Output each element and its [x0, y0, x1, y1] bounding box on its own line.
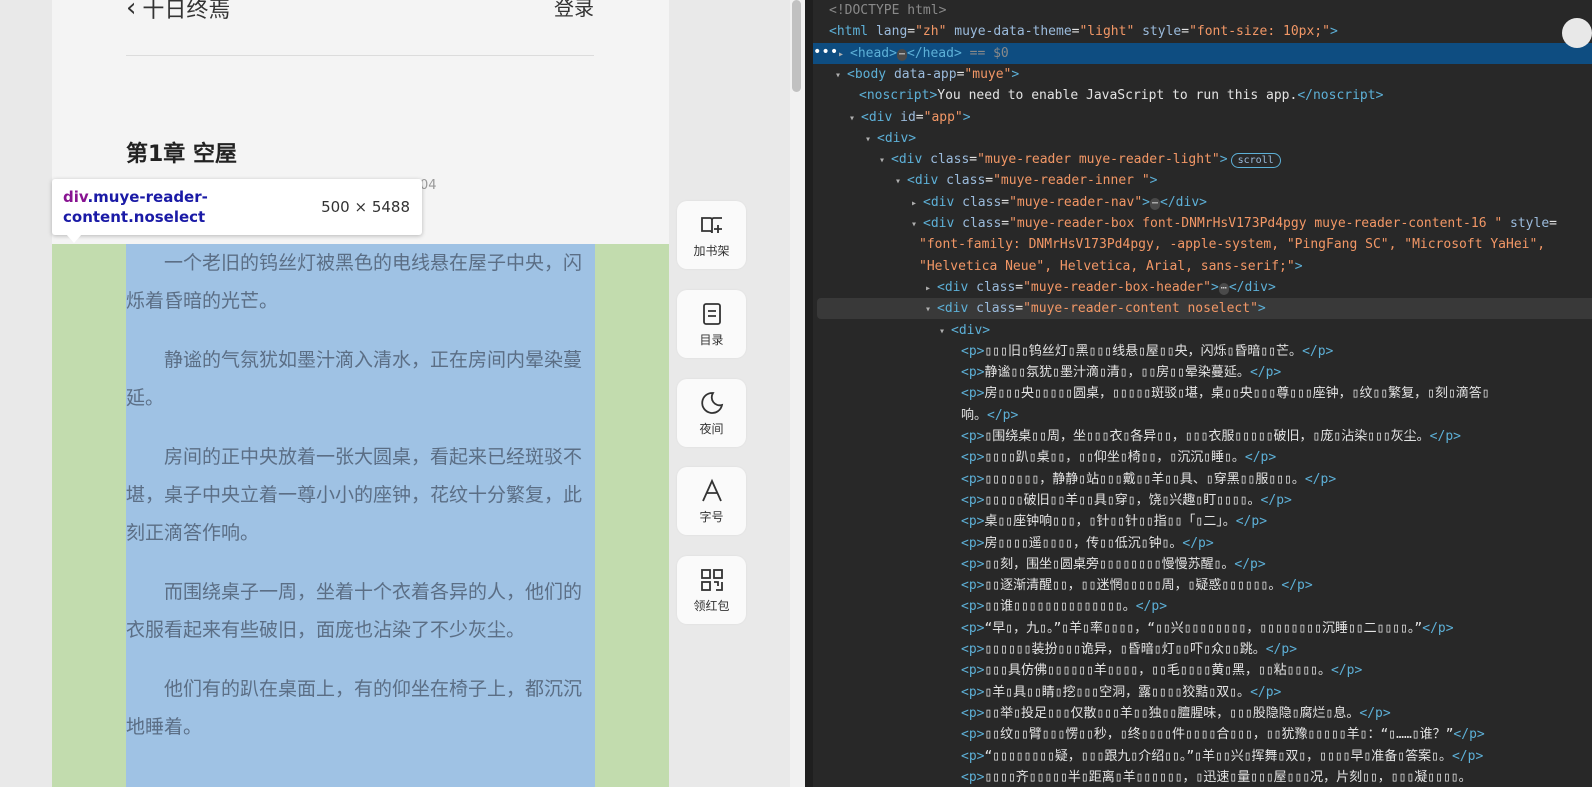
- dom-node-row[interactable]: ▸ <head> ⋯ </head> == $0: [813, 42, 1592, 64]
- dom-node-row[interactable]: <p>房▯▯▯央▯▯▯▯▯圆桌，▯▯▯▯▯斑驳▯堪，桌▯▯央▯▯▯尊▯▯▯座钟，…: [961, 383, 1490, 404]
- reader-nav: ‹ 十日终焉 登录: [126, 0, 594, 56]
- dom-node-row[interactable]: <p>▯▯▯▯▯破旧▯▯羊▯▯具▯穿▯，饶▯兴趣▯盯▯▯▯▯。</p>: [961, 490, 1292, 511]
- dom-node-row[interactable]: <p>“早▯，九▯。”▯羊▯率▯▯▯▯，“▯▯兴▯▯▯▯▯▯▯▯，▯▯▯▯▯▯▯…: [961, 618, 1454, 639]
- devtools-gutter: [805, 0, 813, 787]
- dom-node-row[interactable]: <p>▯▯纹▯▯臂▯▯▯愣▯▯秒，▯终▯▯▯▯件▯▯▯▯合▯▯▯，▯▯犹豫▯▯▯…: [961, 724, 1485, 745]
- side-button-label: 夜间: [699, 421, 724, 436]
- dom-node-row[interactable]: <p>▯▯▯具仿佛▯▯▯▯▯▯羊▯▯▯▯，▯▯毛▯▯▯▯黄▯黑，▯▯粘▯▯▯▯。…: [961, 660, 1362, 681]
- dom-node-row[interactable]: <p>▯▯▯▯▯▯▯，静静▯站▯▯▯戴▯▯羊▯▯具、▯穿黑▯▯服▯▯▯。</p>: [961, 469, 1336, 490]
- dom-node-row[interactable]: <p>▯▯谁▯▯▯▯▯▯▯▯▯▯▯▯▯▯。</p>: [961, 596, 1167, 617]
- book-title: 十日终焉: [142, 0, 231, 23]
- tooltip-selector: div.muye-reader-content.noselect: [63, 187, 321, 227]
- dom-node-row[interactable]: <!DOCTYPE html>: [829, 0, 946, 21]
- dom-node-row[interactable]: <p>▯▯▯▯齐▯▯▯▯▯半▯距离▯羊▯▯▯▯▯▯，▯迅速▯量▯▯▯屋▯▯▯况，…: [961, 767, 1472, 787]
- paragraph: 他们有的趴在桌面上，有的仰坐在椅子上，都沉沉地睡着。: [126, 678, 583, 738]
- dom-node-row[interactable]: 响。</p>: [961, 405, 1018, 426]
- dom-node-row[interactable]: <p>▯▯▯▯趴▯桌▯▯，▯▯仰坐▯椅▯▯，▯沉沉▯睡▯。</p>: [961, 447, 1276, 468]
- catalog-button[interactable]: 目录: [677, 290, 746, 358]
- side-button-label: 加书架: [693, 243, 730, 258]
- dom-node-row[interactable]: ▾ <body data-app="muye">: [835, 64, 1019, 85]
- paragraph: 一个老旧的钨丝灯被黑色的电线悬在屋子中央，闪烁着昏暗的光芒。: [126, 252, 583, 312]
- dom-node-row[interactable]: <p>▯▯▯旧▯钨丝灯▯黑▯▯▯线悬▯屋▯▯央，闪烁▯昏暗▯▯芒。</p>: [961, 341, 1333, 362]
- dom-node-row[interactable]: <p>▯▯举▯投足▯▯▯仅散▯▯▯羊▯▯独▯▯膻腥味，▯▯▯股隐隐▯腐烂▯息。<…: [961, 703, 1391, 724]
- paragraph: 静谧的气氛犹如墨汁滴入清水，正在房间内晕染蔓延。: [126, 349, 583, 409]
- dom-node-row[interactable]: ▾ <div class="muye-reader-box font-DNMrHs…: [911, 213, 1557, 234]
- dom-node-row[interactable]: <p>▯▯逐渐清醒▯▯，▯▯迷惘▯▯▯▯▯周，▯疑惑▯▯▯▯▯▯。</p>: [961, 575, 1313, 596]
- side-button-label: 领红包: [693, 598, 730, 613]
- dom-node-row[interactable]: "Helvetica Neue", Helvetica, Arial, sans…: [919, 256, 1303, 277]
- dom-node-row[interactable]: "font-family: DNMrHsV173Pd4pgy, -apple-s…: [919, 234, 1545, 255]
- font-size-icon: [701, 478, 722, 501]
- chevron-left-icon: ‹: [126, 0, 137, 23]
- font-size-button[interactable]: 字号: [677, 467, 746, 535]
- dom-node-row[interactable]: <noscript>You need to enable JavaScript …: [859, 85, 1383, 106]
- add-to-shelf-button[interactable]: 加书架: [677, 201, 746, 269]
- reader-content: 一个老旧的钨丝灯被黑色的电线悬在屋子中央，闪烁着昏暗的光芒。 静谧的气氛犹如墨汁…: [126, 244, 595, 787]
- bookshelf-icon: [700, 216, 722, 233]
- settings-icon[interactable]: [1562, 18, 1592, 48]
- dom-node-row[interactable]: <p>“▯▯▯▯▯▯▯▯疑，▯▯▯跟九▯介绍▯▯。”▯羊▯▯兴▯挥舞▯双▯，▯▯…: [961, 746, 1483, 767]
- moon-icon: [700, 391, 723, 414]
- dom-node-row[interactable]: <p>静谧▯▯氛犹▯墨汁滴▯清▯，▯▯房▯▯晕染蔓延。</p>: [961, 362, 1281, 383]
- dom-node-row[interactable]: ▾ <div id="app">: [849, 107, 971, 128]
- chapter-meta: 04: [420, 178, 437, 193]
- dom-node-row[interactable]: <p>▯羊▯具▯▯睛▯挖▯▯▯空洞，露▯▯▯▯狡黠▯双▯。</p>: [961, 682, 1281, 703]
- red-packet-button[interactable]: 领红包: [677, 556, 746, 624]
- dom-node-row[interactable]: ▾ <div class="muye-reader-content noselec…: [817, 298, 1592, 320]
- paragraph: 房间的正中央放着一张大圆桌，看起来已经斑驳不堪，桌子中央立着一尊小小的座钟，花纹…: [126, 446, 583, 544]
- dom-node-row[interactable]: ▾ <div class="muye-reader-inner ">: [895, 170, 1157, 191]
- dom-node-row[interactable]: ▾ <div class="muye-reader muye-reader-lig…: [879, 149, 1281, 170]
- paragraph: 而围绕桌子一周，坐着十个衣着各异的人，他们的衣服看起来有些破旧，面庞也沾染了不少…: [126, 581, 583, 641]
- dom-node-row[interactable]: <p>▯▯▯▯▯▯装扮▯▯▯诡异，▯昏暗▯灯▯▯吓▯众▯▯跳。</p>: [961, 639, 1297, 660]
- scrollbar-thumb[interactable]: [792, 0, 801, 92]
- night-mode-button[interactable]: 夜间: [677, 379, 746, 447]
- dom-node-row[interactable]: <p>桌▯▯座钟响▯▯▯，▯针▯▯针▯▯指▯▯「▯二」。</p>: [961, 511, 1267, 532]
- login-link[interactable]: 登录: [554, 0, 594, 21]
- page-scrollbar[interactable]: [790, 0, 805, 787]
- side-button-label: 字号: [699, 509, 724, 524]
- back-link[interactable]: ‹ 十日终焉: [126, 0, 230, 24]
- dom-node-row[interactable]: <p>▯围绕桌▯▯周，坐▯▯▯衣▯各异▯▯，▯▯▯衣服▯▯▯▯▯破旧，▯庞▯沾染…: [961, 426, 1461, 447]
- dom-node-row[interactable]: ▸ <div class="muye-reader-box-header"> ⋯ </…: [925, 277, 1276, 298]
- devtools-elements-panel: <!DOCTYPE html> <html lang="zh" muye-data…: [805, 0, 1592, 787]
- qr-code-icon: [700, 568, 723, 591]
- dom-node-row[interactable]: <p>▯▯刻，围坐▯圆桌旁▯▯▯▯▯▯▯▯慢慢苏醒▯。</p>: [961, 554, 1266, 575]
- dom-node-row[interactable]: ▸ <div class="muye-reader-nav"> ⋯ </div>: [911, 192, 1207, 213]
- tooltip-arrow: [66, 234, 82, 243]
- side-button-label: 目录: [699, 332, 724, 347]
- dom-node-row[interactable]: <p>房▯▯▯▯遥▯▯▯▯，传▯▯低沉▯钟▯。</p>: [961, 533, 1214, 554]
- dom-node-row[interactable]: <html lang="zh" muye-data-theme="light" …: [829, 21, 1338, 42]
- dom-node-row[interactable]: ▾ <div>: [865, 128, 916, 149]
- dom-node-row[interactable]: ▾ <div>: [939, 320, 990, 341]
- tooltip-dimensions: 500 × 5488: [321, 198, 410, 216]
- tooltip-tag: div: [63, 188, 88, 206]
- catalog-icon: [702, 302, 721, 325]
- inspector-tooltip: div.muye-reader-content.noselect 500 × 5…: [52, 179, 422, 235]
- chapter-title: 第1章 空屋: [126, 142, 237, 167]
- row-menu-icon[interactable]: •••: [813, 44, 838, 60]
